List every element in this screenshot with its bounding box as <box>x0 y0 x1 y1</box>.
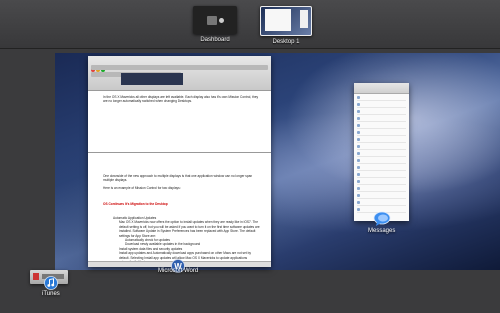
list-item[interactable] <box>357 138 406 143</box>
embedded-screenshot-image <box>121 73 183 85</box>
messages-icon[interactable] <box>373 211 391 227</box>
list-item[interactable] <box>357 159 406 164</box>
bullet-list: Automatic Application Updates Mac OS X M… <box>113 216 261 264</box>
desktop-1-space[interactable]: Desktop 1 <box>258 6 314 45</box>
itunes-artwork <box>33 273 39 280</box>
ribbon-row <box>91 65 268 70</box>
list-item: Mac OS X Mavericks now offers the option… <box>119 220 260 238</box>
paragraph-downside: One downside of the new approach to mult… <box>103 174 253 183</box>
list-item[interactable] <box>357 131 406 136</box>
thumbnail-doc-window <box>265 9 291 31</box>
spaces-bar: Dashboard Desktop 1 <box>0 0 500 49</box>
list-item[interactable] <box>357 173 406 178</box>
add-widget-icon <box>219 18 224 23</box>
paragraph-intro: In the OS X Mavericks all other displays… <box>103 95 259 104</box>
list-item[interactable] <box>357 96 406 101</box>
microsoft-word-window[interactable]: In the OS X Mavericks all other displays… <box>88 56 271 267</box>
list-item[interactable] <box>357 180 406 185</box>
microsoft-word-label: Microsoft Word <box>158 268 199 274</box>
page-break <box>88 152 271 153</box>
list-item[interactable] <box>357 103 406 108</box>
list-item[interactable] <box>357 117 406 122</box>
list-item[interactable] <box>357 166 406 171</box>
list-item[interactable] <box>357 152 406 157</box>
word-toolbar <box>88 56 271 91</box>
section-heading: OS Continues It's Migration to the Deskt… <box>103 202 168 206</box>
dashboard-label: Dashboard <box>200 37 230 43</box>
itunes-label: iTunes <box>42 291 60 297</box>
messages-window[interactable] <box>354 83 409 221</box>
list-item[interactable] <box>357 145 406 150</box>
list-item[interactable] <box>357 194 406 199</box>
dashboard-widget <box>207 16 217 25</box>
list-item[interactable] <box>357 187 406 192</box>
messages-label: Messages <box>368 228 396 234</box>
thumbnail-side-window <box>300 10 308 28</box>
itunes-icon[interactable] <box>44 276 58 290</box>
list-item[interactable] <box>357 201 406 206</box>
dashboard-space[interactable]: Dashboard <box>192 6 238 43</box>
messages-header <box>354 83 409 94</box>
desktop-1-thumbnail[interactable] <box>260 6 312 36</box>
list-item[interactable] <box>357 110 406 115</box>
paragraph-example: Here is an example of Mission Control fo… <box>103 186 181 190</box>
dashboard-thumbnail[interactable] <box>193 6 237 34</box>
list-item[interactable] <box>357 124 406 129</box>
desktop-1-label: Desktop 1 <box>272 39 300 45</box>
